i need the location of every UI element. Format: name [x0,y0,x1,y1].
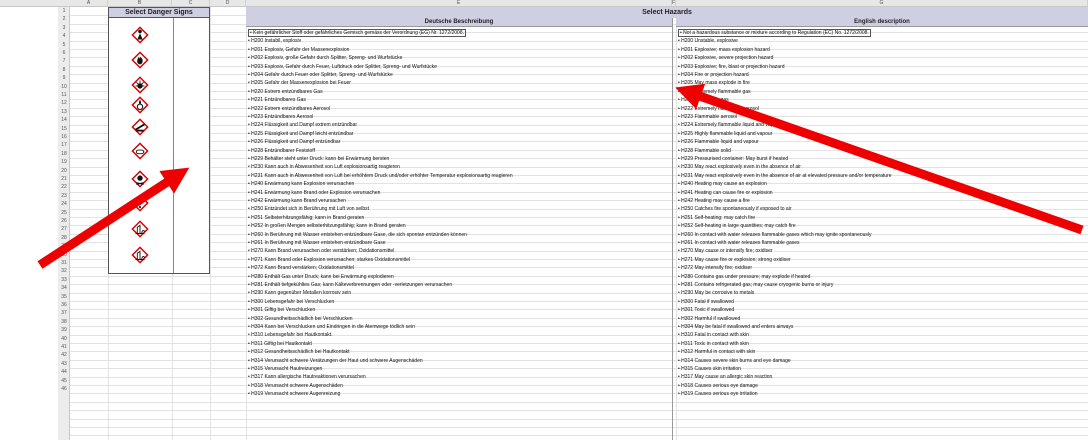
red-arrow-left [37,167,190,269]
annotation-arrows [37,83,1084,269]
red-arrow-right [675,83,1084,235]
